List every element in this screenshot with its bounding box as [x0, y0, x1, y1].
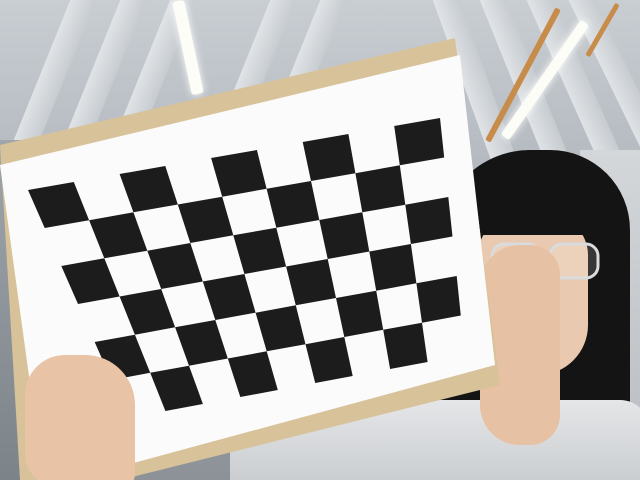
webcam-frame: hig	[0, 0, 640, 480]
checker-square	[383, 322, 428, 369]
checker-square	[302, 134, 356, 181]
checker-square	[405, 197, 453, 244]
checker-square	[319, 212, 370, 259]
checker-square	[416, 276, 461, 323]
checker-square	[394, 118, 445, 166]
checker-square	[369, 244, 417, 291]
checker-square	[336, 290, 384, 337]
left-hand	[25, 355, 135, 480]
checker-square	[355, 165, 406, 213]
